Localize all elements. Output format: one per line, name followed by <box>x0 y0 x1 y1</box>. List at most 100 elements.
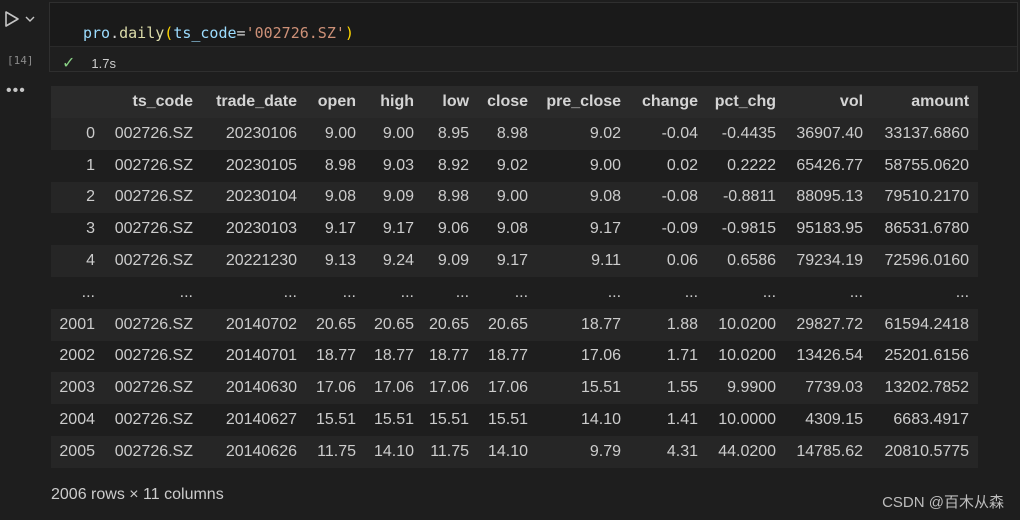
table-cell: 002726.SZ <box>104 340 202 373</box>
table-cell: -0.9815 <box>707 213 786 246</box>
table-cell: 20.65 <box>478 308 538 341</box>
table-cell: ... <box>872 276 979 309</box>
table-cell: ... <box>478 276 538 309</box>
row-index: ... <box>51 276 104 309</box>
run-cell-button[interactable] <box>4 8 40 30</box>
chevron-down-icon[interactable] <box>24 13 36 25</box>
column-header: close <box>478 86 538 118</box>
table-row: 2001 002726.SZ 20140702 20.65 20.65 20.65 20.6… <box>51 308 979 341</box>
table-cell: ... <box>365 276 423 309</box>
table-cell: 18.77 <box>537 308 631 341</box>
table-cell: 88095.13 <box>785 181 873 214</box>
table-cell: 13202.7852 <box>872 372 979 405</box>
play-icon[interactable] <box>4 10 20 28</box>
execution-duration: 1.7s <box>91 55 116 71</box>
table-cell: 9.17 <box>537 213 631 246</box>
table-cell: 002726.SZ <box>104 149 202 182</box>
table-cell: 9.02 <box>537 118 631 150</box>
table-cell: 9.00 <box>306 118 365 150</box>
table-cell: 0.6586 <box>707 245 786 277</box>
table-cell: 9.00 <box>537 149 631 182</box>
table-header-row: ts_code trade_date open high low close p… <box>51 86 979 118</box>
table-cell: 20810.5775 <box>872 435 979 468</box>
table-cell: 95183.95 <box>785 213 873 246</box>
table-cell: -0.4435 <box>707 118 786 150</box>
table-cell: 20140627 <box>202 404 306 436</box>
table-cell: 10.0200 <box>707 308 786 341</box>
column-header: pct_chg <box>707 86 786 118</box>
table-cell: ... <box>104 276 202 309</box>
table-row: 3 002726.SZ 20230103 9.17 9.17 9.06 9.08 9.17 -0… <box>51 213 979 246</box>
table-cell: 10.0200 <box>707 340 786 373</box>
table-cell: 9.09 <box>423 245 479 277</box>
column-header: pre_close <box>537 86 631 118</box>
table-cell: 20140630 <box>202 372 306 405</box>
table-cell: 002726.SZ <box>104 404 202 436</box>
code-method: daily <box>119 24 165 42</box>
table-cell: 18.77 <box>365 340 423 373</box>
table-cell: 002726.SZ <box>104 308 202 341</box>
table-cell: 20221230 <box>202 245 306 277</box>
table-cell: 9.79 <box>537 435 631 468</box>
column-header: ts_code <box>104 86 202 118</box>
watermark: CSDN @百木从森 <box>882 494 1004 511</box>
table-cell: 1.41 <box>630 404 708 436</box>
table-cell: ... <box>306 276 365 309</box>
row-index: 4 <box>51 245 104 277</box>
table-body: 0 002726.SZ 20230106 9.00 9.00 8.95 8.98 9.02 -0… <box>51 118 979 468</box>
code-open-paren: ( <box>164 24 174 42</box>
table-cell: 61594.2418 <box>872 308 979 341</box>
table-row: 0 002726.SZ 20230106 9.00 9.00 8.95 8.98 9.02 -0… <box>51 118 979 150</box>
table-cell: 20230105 <box>202 149 306 182</box>
table-cell: 72596.0160 <box>872 245 979 277</box>
table-cell: 9.08 <box>306 181 365 214</box>
table-cell: 9.24 <box>365 245 423 277</box>
table-cell: 4309.15 <box>785 404 873 436</box>
table-cell: 20.65 <box>306 308 365 341</box>
more-actions-icon[interactable]: ••• <box>6 82 26 100</box>
table-cell: 36907.40 <box>785 118 873 150</box>
table-cell: 18.77 <box>423 340 479 373</box>
table-cell: 20230103 <box>202 213 306 246</box>
code-arg-value: '002726.SZ' <box>245 24 345 42</box>
table-row: 2005 002726.SZ 20140626 11.75 14.10 11.75 14.1… <box>51 435 979 468</box>
table-cell: 14.10 <box>365 435 423 468</box>
table-cell: ... <box>537 276 631 309</box>
column-header: low <box>423 86 479 118</box>
row-index: 2005 <box>51 435 104 468</box>
table-cell: 1.88 <box>630 308 708 341</box>
table-cell: 14.10 <box>537 404 631 436</box>
table-cell: 11.75 <box>423 435 479 468</box>
table-cell: -0.04 <box>630 118 708 150</box>
table-cell: ... <box>423 276 479 309</box>
table-cell: 65426.77 <box>785 149 873 182</box>
table-cell: 9.17 <box>365 213 423 246</box>
cell-gutter: [14] ••• <box>0 0 44 520</box>
check-icon: ✓ <box>62 55 76 72</box>
table-cell: 9.03 <box>365 149 423 182</box>
table-row: .................................... <box>51 276 979 309</box>
table-cell: 8.98 <box>423 181 479 214</box>
code-line[interactable]: pro.daily(ts_code='002726.SZ') <box>83 24 354 42</box>
table-cell: 1.71 <box>630 340 708 373</box>
table-cell: 9.17 <box>478 245 538 277</box>
table-cell: 14785.62 <box>785 435 873 468</box>
table-cell: 44.0200 <box>707 435 786 468</box>
table-row: 2 002726.SZ 20230104 9.08 9.09 8.98 9.00 9.08 -0… <box>51 181 979 214</box>
table-cell: 17.06 <box>365 372 423 405</box>
table-cell: 9.9900 <box>707 372 786 405</box>
column-header: trade_date <box>202 86 306 118</box>
table-cell: 17.06 <box>478 372 538 405</box>
dataframe-table: ts_code trade_date open high low close p… <box>51 86 979 468</box>
table-cell: 20230106 <box>202 118 306 150</box>
row-index: 3 <box>51 213 104 246</box>
table-cell: 9.17 <box>306 213 365 246</box>
table-cell: -0.09 <box>630 213 708 246</box>
code-dot: . <box>110 24 120 42</box>
code-cell[interactable]: pro.daily(ts_code='002726.SZ') ✓ 1.7s <box>49 2 1018 72</box>
table-cell: 33137.6860 <box>872 118 979 150</box>
code-editor[interactable]: pro.daily(ts_code='002726.SZ') <box>50 3 1017 47</box>
row-index: 2004 <box>51 404 104 436</box>
column-header: change <box>630 86 708 118</box>
table-cell: 9.00 <box>365 118 423 150</box>
